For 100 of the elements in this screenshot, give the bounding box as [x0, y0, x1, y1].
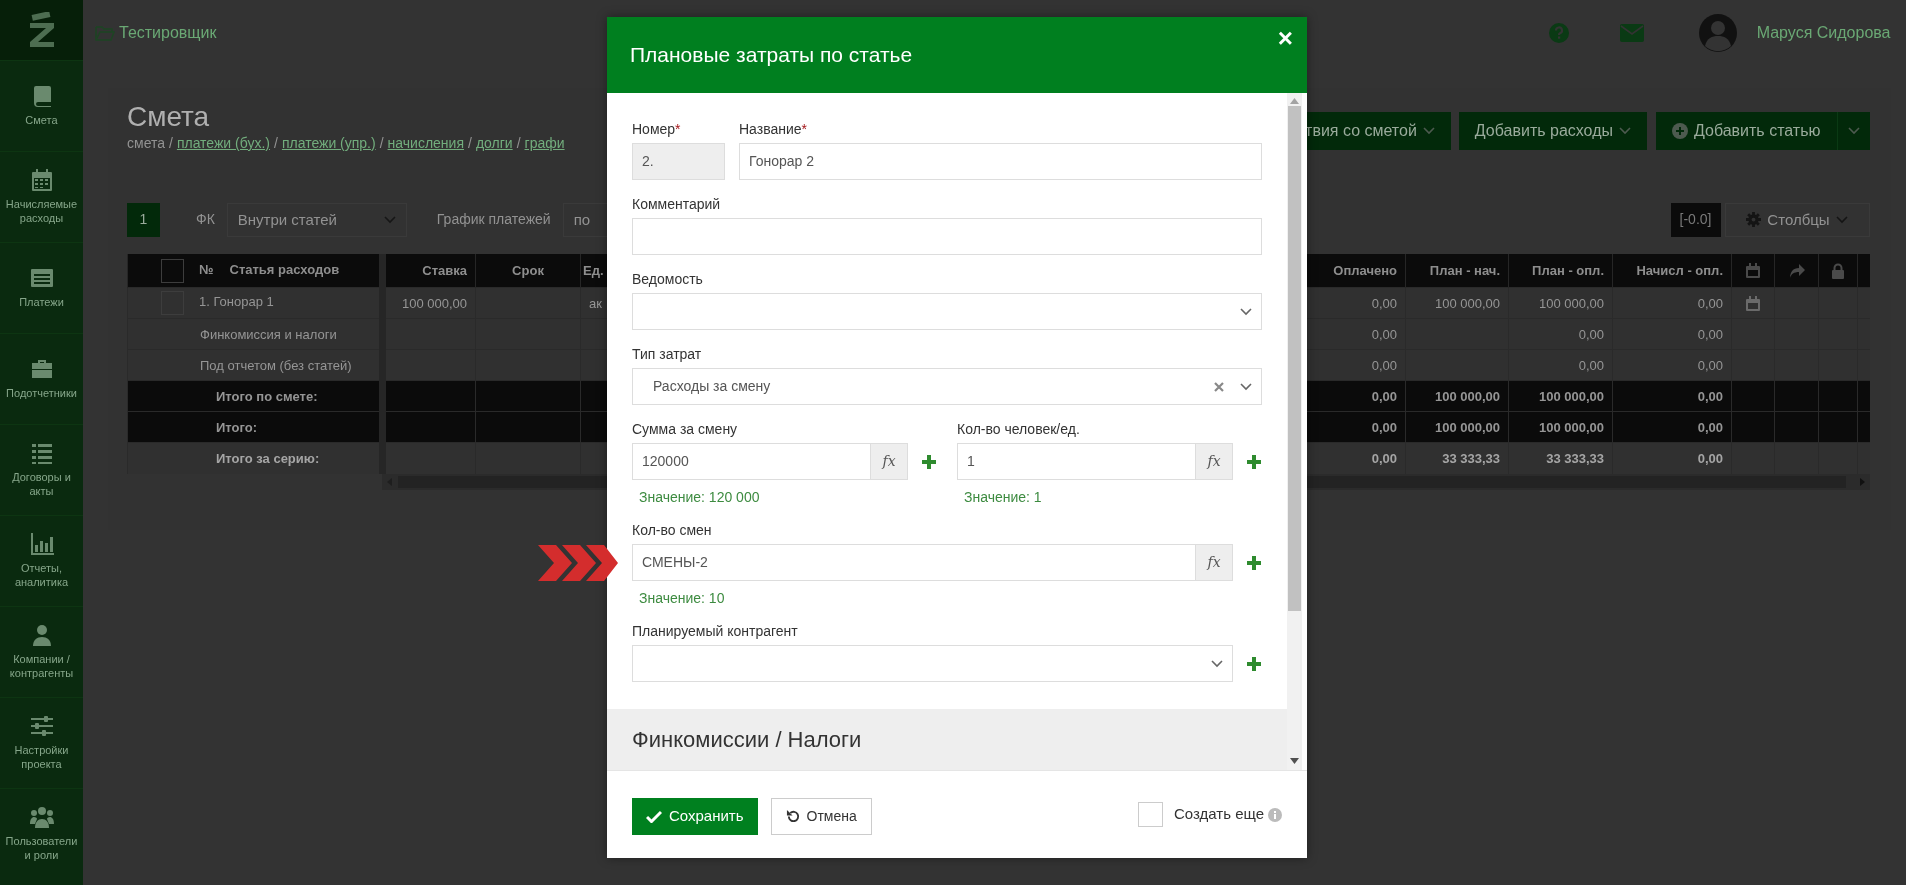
sliders-icon: [29, 714, 54, 739]
breadcrumb-separator: /: [379, 133, 384, 153]
rounding-toggle[interactable]: [-0.0]: [1670, 202, 1721, 237]
plus-icon[interactable]: [1246, 554, 1262, 571]
modal-title: Плановые затраты по статье: [630, 42, 913, 69]
breadcrumb-link[interactable]: начисления: [387, 132, 464, 154]
breadcrumb-text: смета: [127, 133, 165, 153]
breadcrumb-link[interactable]: графи: [524, 132, 565, 154]
sidebar-item[interactable]: Настройки проекта: [0, 697, 83, 788]
required-mark: *: [801, 121, 807, 137]
required-mark: *: [675, 121, 681, 137]
sidebar-item[interactable]: Начисляемые расходы: [0, 151, 83, 242]
calendar-icon: [29, 168, 54, 193]
user-name[interactable]: Маруся Сидорова: [1756, 20, 1891, 45]
field-label: Кол-во смен: [632, 522, 712, 538]
page-number-button[interactable]: 1: [127, 202, 160, 237]
field-label: Название: [739, 121, 802, 137]
lock-icon[interactable]: [1830, 263, 1846, 280]
sidebar-item[interactable]: Платежи: [0, 242, 83, 333]
input-field[interactable]: 120000: [632, 443, 871, 480]
dropdown-button[interactable]: Добавить расходы: [1458, 112, 1647, 150]
sidebar-item[interactable]: Подотчетники: [0, 333, 83, 424]
sidebar-item[interactable]: Договоры и акты: [0, 424, 83, 515]
help-icon[interactable]: [1547, 21, 1570, 44]
table-cell: 0,00: [1612, 318, 1732, 350]
plus-icon[interactable]: [1246, 655, 1262, 672]
formula-button[interactable]: fx: [1196, 443, 1233, 480]
input-field[interactable]: 1: [957, 443, 1196, 480]
select-field[interactable]: [632, 293, 1262, 330]
breadcrumb-separator: /: [468, 133, 472, 153]
breadcrumb-separator: /: [274, 133, 278, 153]
field-label: Ведомость: [632, 271, 703, 287]
formula-button[interactable]: fx: [871, 443, 908, 480]
clear-icon[interactable]: [1214, 381, 1224, 392]
plus-icon[interactable]: [1246, 453, 1262, 470]
plus-icon[interactable]: [921, 453, 937, 470]
table-cell: 100 000,00: [1508, 411, 1613, 443]
select-field[interactable]: [632, 645, 1233, 682]
gear-icon: [1746, 212, 1762, 228]
columns-button[interactable]: Столбцы: [1724, 202, 1870, 237]
caret-icon: [383, 215, 396, 224]
formula-button[interactable]: fx: [1196, 544, 1233, 581]
table-cell: 33 333,33: [1405, 442, 1509, 474]
table-cell: Итого по смете:: [216, 388, 318, 404]
plus-circle-icon: [1672, 123, 1688, 139]
table-cell: 100 000,00: [1405, 380, 1509, 412]
mail-icon[interactable]: [1619, 23, 1644, 42]
people-icon: [29, 805, 54, 830]
table-cell: 100 000,00: [1405, 411, 1509, 443]
table-cell: Итого за серию:: [216, 450, 320, 466]
table-cell: Финкомиссия и налоги: [200, 326, 337, 342]
input-field[interactable]: СМЕНЫ-2: [632, 544, 1196, 581]
select-field[interactable]: Расходы за смену: [632, 368, 1262, 405]
table-cell: 100 000,00: [1405, 287, 1509, 319]
share-arrow-icon[interactable]: [1788, 263, 1805, 280]
breadcrumb-link[interactable]: платежи (упр.): [281, 132, 376, 154]
table-cell: Итого:: [216, 419, 257, 435]
project-name[interactable]: Тестировщик: [119, 20, 217, 45]
table-cell: 0,00: [1612, 287, 1732, 319]
checkbox-label[interactable]: Создать еще: [1173, 803, 1264, 826]
field-label: Тип затрат: [632, 346, 702, 362]
sidebar-item[interactable]: Отчеты, аналитика: [0, 515, 83, 606]
scroll-up-icon[interactable]: [1290, 98, 1299, 104]
breadcrumb-separator: /: [169, 133, 173, 153]
column-header: №: [199, 262, 214, 277]
input-field[interactable]: [632, 218, 1262, 255]
scroll-down-icon[interactable]: [1290, 758, 1299, 764]
avatar-icon[interactable]: [1698, 13, 1737, 52]
dropdown-toggle-button[interactable]: [1836, 112, 1870, 150]
breadcrumb-link[interactable]: платежи (бух.): [176, 132, 270, 154]
calendar-icon[interactable]: [1745, 296, 1761, 313]
add-item-button[interactable]: Добавить статью: [1656, 112, 1837, 150]
caret-icon: [1211, 659, 1223, 668]
computed-value: Значение: 1: [964, 489, 1043, 506]
close-button[interactable]: ×: [1277, 25, 1293, 51]
filter-label: График платежей: [436, 210, 551, 230]
list-icon: [29, 441, 54, 466]
checkbox[interactable]: [161, 258, 184, 283]
caret-icon: [1619, 127, 1631, 135]
sidebar-item[interactable]: Компании / контрагенты: [0, 606, 83, 697]
column-header: Срок: [475, 253, 581, 288]
computed-value: Значение: 10: [639, 590, 726, 607]
calendar-icon[interactable]: [1745, 263, 1761, 280]
vertical-scrollbar[interactable]: [1287, 93, 1302, 770]
field-label: Сумма за смену: [632, 421, 738, 437]
field-label: Кол-во человек/ед.: [957, 421, 1080, 437]
sidebar-item[interactable]: Смета: [0, 60, 83, 151]
section-heading: Финкомиссии / Налоги: [607, 709, 1287, 770]
cancel-button[interactable]: Отмена: [770, 798, 872, 835]
table-cell: 0,00: [1612, 380, 1732, 412]
page-title: Смета: [127, 102, 211, 133]
input-field[interactable]: Гонорар 2: [739, 143, 1262, 180]
table-cell: 1. Гонорар 1: [199, 294, 274, 310]
info-icon[interactable]: [1268, 807, 1282, 822]
table-cell: 0,00: [1612, 349, 1732, 381]
caret-icon: [1240, 307, 1252, 316]
select-field[interactable]: Внутри статей: [226, 202, 407, 237]
sidebar-item[interactable]: Пользователи и роли: [0, 788, 83, 879]
breadcrumb-link[interactable]: долги: [475, 132, 513, 154]
save-button[interactable]: Сохранить: [632, 798, 758, 835]
